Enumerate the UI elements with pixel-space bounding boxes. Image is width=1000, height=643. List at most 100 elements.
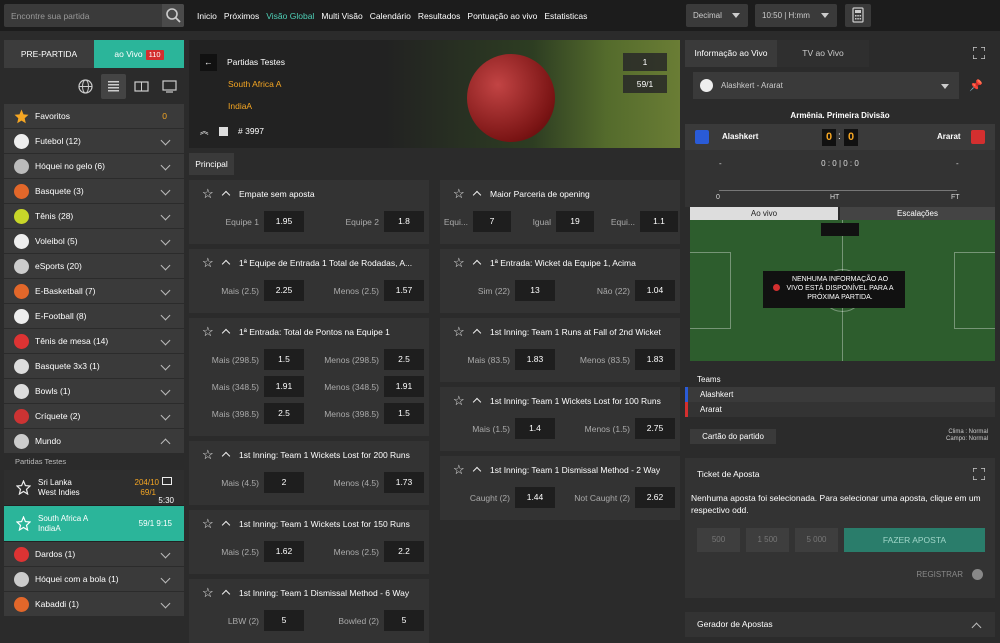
odds-button[interactable]: 1.95 bbox=[264, 211, 304, 232]
chevron-up-icon[interactable] bbox=[472, 328, 482, 338]
sidebar-item-9[interactable]: Tênis de mesa (14) bbox=[4, 329, 184, 354]
stake-button-1[interactable]: 500 bbox=[697, 528, 740, 552]
chevron-up-icon[interactable] bbox=[221, 589, 231, 599]
odds-button[interactable]: 5 bbox=[384, 610, 424, 631]
chevron-up-icon[interactable] bbox=[221, 328, 231, 338]
pin-icon[interactable]: 📌 bbox=[969, 79, 983, 92]
tab-live-tv[interactable]: TV ao Vivo bbox=[777, 40, 869, 67]
chevron-up-icon[interactable] bbox=[221, 520, 231, 530]
checkbox[interactable] bbox=[219, 126, 228, 136]
live-match-item[interactable]: Sri Lanka West Indies 204/10 69/1 5:30 bbox=[4, 470, 184, 506]
nav-item-2[interactable]: Visão Global bbox=[266, 11, 314, 21]
star-icon[interactable]: ☆ bbox=[202, 586, 214, 599]
market-header[interactable]: ☆ Empate sem aposta bbox=[189, 180, 429, 208]
nav-item-1[interactable]: Próximos bbox=[224, 11, 259, 21]
screen-view-icon[interactable] bbox=[157, 74, 182, 99]
split-view-icon[interactable] bbox=[129, 74, 154, 99]
sidebar-item-3[interactable]: Basquete (3) bbox=[4, 179, 184, 204]
star-icon[interactable] bbox=[16, 516, 31, 531]
stake-button-3[interactable]: 5 000 bbox=[795, 528, 838, 552]
match-select[interactable]: Alashkert - Ararat bbox=[693, 72, 959, 99]
sidebar-item-7[interactable]: E-Basketball (7) bbox=[4, 279, 184, 304]
odds-button[interactable]: 2.62 bbox=[635, 487, 675, 508]
chevron-up-icon[interactable] bbox=[472, 397, 482, 407]
odds-button[interactable]: 2.5 bbox=[384, 349, 424, 370]
tab-principal[interactable]: Principal bbox=[189, 153, 234, 175]
nav-item-5[interactable]: Resultados bbox=[418, 11, 461, 21]
odds-button[interactable]: 2.2 bbox=[384, 541, 424, 562]
live-match-item-selected[interactable]: South Africa A IndiaA 59/1 9:15 bbox=[4, 506, 184, 542]
market-header[interactable]: ☆ 1st Inning: Team 1 Wickets Lost for 150… bbox=[189, 510, 429, 538]
star-icon[interactable]: ☆ bbox=[202, 256, 214, 269]
odds-button[interactable]: 1.44 bbox=[515, 487, 555, 508]
star-icon[interactable]: ☆ bbox=[202, 187, 214, 200]
bet-builder[interactable]: Gerador de Apostas bbox=[685, 612, 995, 637]
market-header[interactable]: ☆ 1st Inning: Team 1 Dismissal Method - 2… bbox=[440, 456, 680, 484]
star-icon[interactable]: ☆ bbox=[453, 463, 465, 476]
odds-button[interactable]: 2.5 bbox=[264, 403, 304, 424]
star-icon[interactable]: ☆ bbox=[202, 517, 214, 530]
globe-icon[interactable] bbox=[73, 74, 98, 99]
nav-item-6[interactable]: Pontuação ao vivo bbox=[467, 11, 537, 21]
market-header[interactable]: ☆ 1st Inning: Team 1 Runs at Fall of 2nd … bbox=[440, 318, 680, 346]
odds-button[interactable]: 2.25 bbox=[264, 280, 304, 301]
match-card-button[interactable]: Cartão do partido bbox=[690, 429, 776, 444]
sidebar-item-11[interactable]: Bowls (1) bbox=[4, 379, 184, 404]
nav-item-4[interactable]: Calendário bbox=[370, 11, 411, 21]
odds-button[interactable]: 1.1 bbox=[640, 211, 678, 232]
market-header[interactable]: ☆ 1st Inning: Team 1 Wickets Lost for 100… bbox=[440, 387, 680, 415]
odds-button[interactable]: 13 bbox=[515, 280, 555, 301]
odds-button[interactable]: 1.57 bbox=[384, 280, 424, 301]
collapse-icon[interactable]: ︽ bbox=[200, 125, 210, 137]
star-icon[interactable]: ☆ bbox=[453, 394, 465, 407]
fullscreen-icon[interactable] bbox=[972, 46, 986, 60]
odds-button[interactable]: 1.04 bbox=[635, 280, 675, 301]
market-header[interactable]: ☆ 1ª Entrada: Total de Pontos na Equipe 1 bbox=[189, 318, 429, 346]
search-input[interactable] bbox=[4, 4, 162, 27]
odds-button[interactable]: 2.75 bbox=[635, 418, 675, 439]
sidebar-item-4[interactable]: Tênis (28) bbox=[4, 204, 184, 229]
place-bet-button[interactable]: FAZER APOSTA bbox=[844, 528, 985, 552]
nav-item-3[interactable]: Multi Visão bbox=[321, 11, 362, 21]
chevron-up-icon[interactable] bbox=[221, 259, 231, 269]
tab-pre-match[interactable]: PRE-PARTIDA bbox=[4, 40, 94, 68]
nav-item-0[interactable]: Inicio bbox=[197, 11, 217, 21]
tab-live-info[interactable]: Informação ao Vivo bbox=[685, 40, 777, 67]
sidebar-item-6[interactable]: eSports (20) bbox=[4, 254, 184, 279]
sidebar-item-0[interactable]: Dardos (1) bbox=[4, 542, 184, 567]
sidebar-item-13[interactable]: Mundo bbox=[4, 429, 184, 454]
tab-live-field[interactable]: Ao vivo bbox=[690, 207, 838, 220]
market-header[interactable]: ☆ Maior Parceria de opening bbox=[440, 180, 680, 208]
chevron-up-icon[interactable] bbox=[472, 466, 482, 476]
odds-button[interactable]: 1.5 bbox=[384, 403, 424, 424]
odds-button[interactable]: 1.91 bbox=[264, 376, 304, 397]
odds-format-select[interactable]: Decimal bbox=[686, 4, 748, 27]
star-icon[interactable]: ☆ bbox=[453, 256, 465, 269]
sidebar-item-2[interactable]: Hóquei no gelo (6) bbox=[4, 154, 184, 179]
sidebar-item-0[interactable]: Favoritos 0 bbox=[4, 104, 184, 129]
chevron-up-icon[interactable] bbox=[472, 259, 482, 269]
odds-button[interactable]: 1.4 bbox=[515, 418, 555, 439]
star-icon[interactable]: ☆ bbox=[453, 187, 465, 200]
back-arrow-icon[interactable]: ← bbox=[200, 53, 217, 71]
sidebar-item-2[interactable]: Kabaddi (1) bbox=[4, 592, 184, 617]
odds-button[interactable]: 1.83 bbox=[635, 349, 675, 370]
stake-button-2[interactable]: 1 500 bbox=[746, 528, 789, 552]
tab-live[interactable]: ao Vivo 110 bbox=[94, 40, 184, 68]
sidebar-item-12[interactable]: Críquete (2) bbox=[4, 404, 184, 429]
odds-button[interactable]: 1.62 bbox=[264, 541, 304, 562]
chevron-up-icon[interactable] bbox=[221, 451, 231, 461]
search-icon[interactable] bbox=[162, 4, 184, 27]
market-header[interactable]: ☆ 1ª Equipe de Entrada 1 Total de Rodadas… bbox=[189, 249, 429, 277]
list-view-icon[interactable] bbox=[101, 74, 126, 99]
register-link[interactable]: REGISTRAR bbox=[916, 570, 963, 579]
market-header[interactable]: ☆ 1st Inning: Team 1 Wickets Lost for 200… bbox=[189, 441, 429, 469]
chevron-up-icon[interactable] bbox=[472, 190, 482, 200]
odds-button[interactable]: 5 bbox=[264, 610, 304, 631]
odds-button[interactable]: 1.83 bbox=[515, 349, 555, 370]
star-icon[interactable]: ☆ bbox=[453, 325, 465, 338]
nav-item-7[interactable]: Estatisticas bbox=[544, 11, 587, 21]
sidebar-item-10[interactable]: Basquete 3x3 (1) bbox=[4, 354, 184, 379]
star-icon[interactable]: ☆ bbox=[202, 325, 214, 338]
sidebar-item-5[interactable]: Voleibol (5) bbox=[4, 229, 184, 254]
